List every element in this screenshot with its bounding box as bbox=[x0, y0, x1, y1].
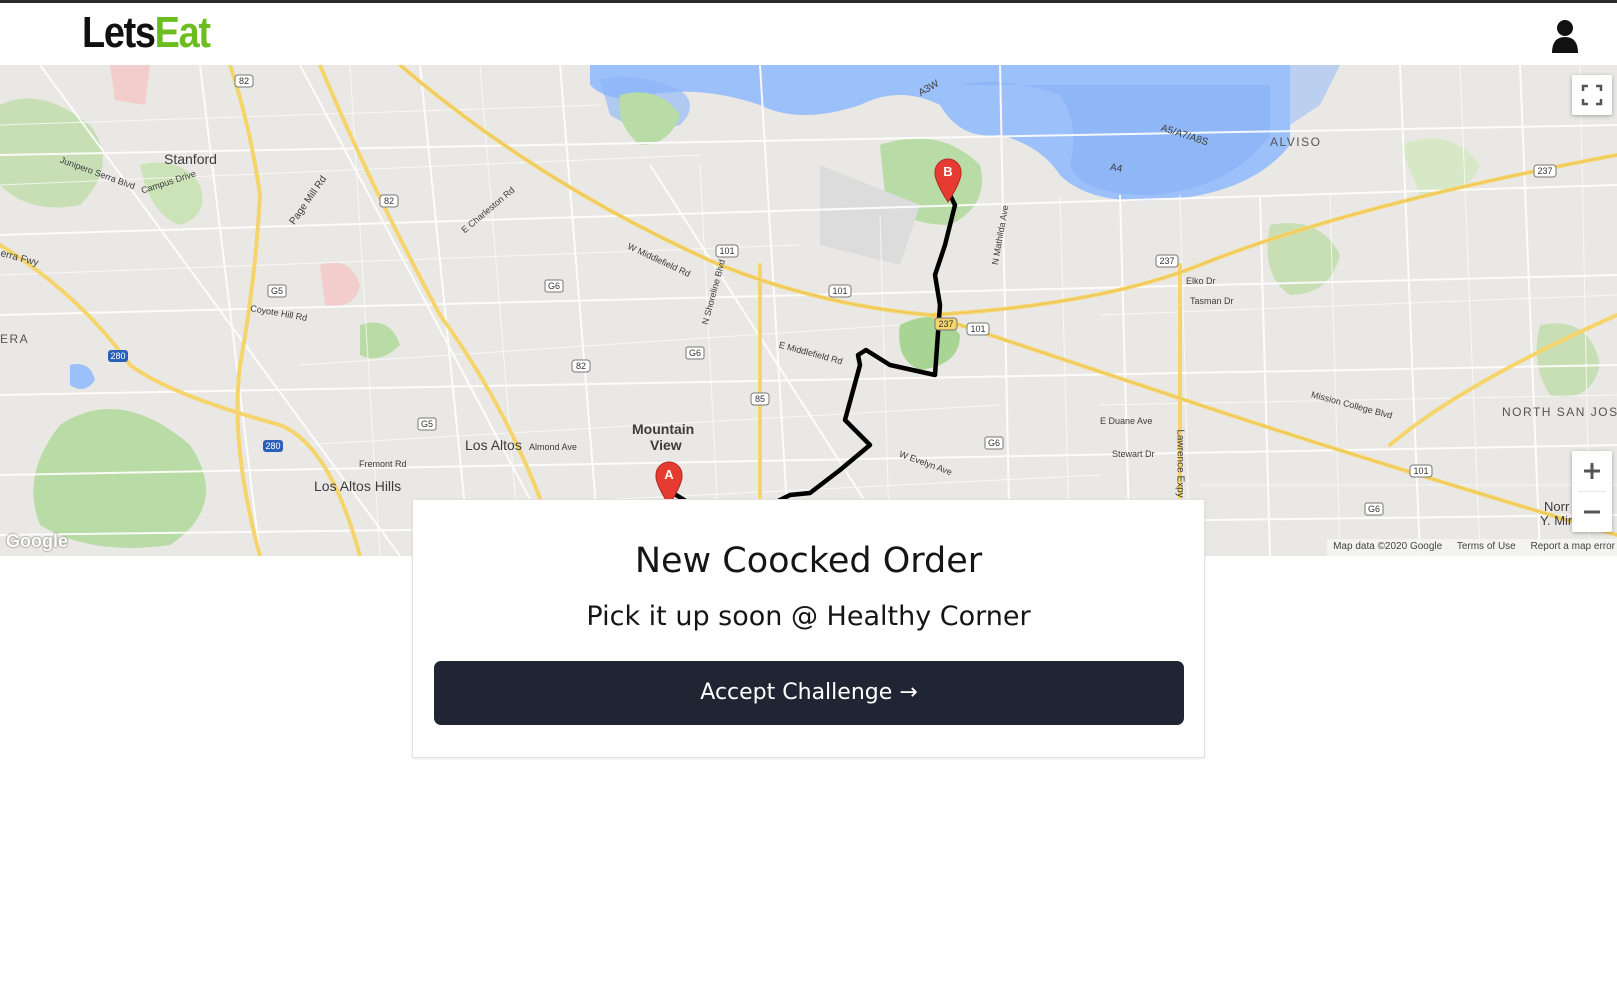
road-fremont: Fremont Rd bbox=[359, 459, 407, 469]
place-alviso: ALVISO bbox=[1270, 135, 1322, 149]
svg-text:85: 85 bbox=[755, 394, 765, 404]
svg-text:G6: G6 bbox=[988, 438, 1000, 448]
report-error-link[interactable]: Report a map error bbox=[1531, 541, 1615, 552]
user-icon[interactable] bbox=[1550, 19, 1580, 53]
place-los-altos-hills: Los Altos Hills bbox=[314, 478, 402, 494]
app-logo[interactable]: LetsEat bbox=[82, 7, 211, 59]
svg-text:237: 237 bbox=[1159, 256, 1174, 266]
google-logo: Google bbox=[6, 531, 68, 551]
logo-lets: Lets bbox=[82, 8, 156, 57]
place-era: ERA bbox=[0, 332, 30, 346]
road-lawrence: Lawrence Expy bbox=[1174, 429, 1186, 498]
svg-text:82: 82 bbox=[576, 361, 586, 371]
road-stewart: Stewart Dr bbox=[1112, 449, 1155, 459]
place-mountain-view-1: Mountain bbox=[632, 421, 695, 437]
order-subtitle: Pick it up soon @ Healthy Corner bbox=[586, 601, 1031, 632]
app-header: LetsEat bbox=[0, 3, 1617, 65]
fullscreen-button[interactable] bbox=[1572, 75, 1612, 115]
shield-82-b: 82 bbox=[384, 196, 394, 206]
zoom-in-button[interactable] bbox=[1572, 451, 1612, 491]
place-norm: Norr bbox=[1544, 499, 1570, 514]
svg-text:G5: G5 bbox=[421, 419, 433, 429]
zoom-out-button[interactable] bbox=[1572, 492, 1612, 532]
zoom-controls bbox=[1572, 451, 1612, 532]
place-mountain-view-2: View bbox=[650, 437, 682, 453]
place-north-san-jose: NORTH SAN JOS bbox=[1502, 405, 1617, 419]
svg-text:280: 280 bbox=[265, 441, 280, 451]
svg-text:G6: G6 bbox=[689, 348, 701, 358]
accept-challenge-button[interactable]: Accept Challenge → bbox=[434, 661, 1184, 725]
map-data-credit: Map data ©2020 Google bbox=[1333, 541, 1443, 552]
svg-text:237: 237 bbox=[938, 319, 953, 329]
map-canvas: 82 82 G5 G6 G6 G5 82 280 280 101 101 237… bbox=[0, 65, 1617, 556]
shield-82-a: 82 bbox=[239, 76, 249, 86]
order-title: New Coocked Order bbox=[634, 541, 983, 581]
map-footer: Map data ©2020 Google Terms of Use Repor… bbox=[1327, 539, 1617, 556]
terms-link[interactable]: Terms of Use bbox=[1457, 541, 1516, 552]
svg-text:B: B bbox=[943, 164, 952, 179]
place-los-altos: Los Altos bbox=[465, 437, 522, 453]
road-elko: Elko Dr bbox=[1186, 276, 1216, 286]
place-stanford: Stanford bbox=[164, 151, 217, 167]
svg-text:237: 237 bbox=[1537, 166, 1552, 176]
order-card: New Coocked Order Pick it up soon @ Heal… bbox=[412, 499, 1205, 758]
route-map[interactable]: 82 82 G5 G6 G6 G5 82 280 280 101 101 237… bbox=[0, 65, 1617, 556]
svg-text:280: 280 bbox=[110, 351, 125, 361]
logo-eat: Eat bbox=[154, 8, 211, 57]
minus-icon bbox=[1584, 510, 1600, 514]
svg-text:G6: G6 bbox=[548, 281, 560, 291]
svg-text:101: 101 bbox=[970, 324, 985, 334]
road-tasman: Tasman Dr bbox=[1190, 296, 1234, 306]
svg-text:101: 101 bbox=[1413, 466, 1428, 476]
svg-text:101: 101 bbox=[832, 286, 847, 296]
road-e-duane: E Duane Ave bbox=[1100, 416, 1153, 426]
plus-icon bbox=[1584, 463, 1600, 479]
fullscreen-icon bbox=[1581, 84, 1603, 106]
label-a4: A4 bbox=[1109, 162, 1124, 175]
svg-text:101: 101 bbox=[719, 246, 734, 256]
road-almond: Almond Ave bbox=[529, 442, 577, 452]
svg-text:A: A bbox=[664, 467, 674, 482]
svg-text:G5: G5 bbox=[271, 286, 283, 296]
svg-text:G6: G6 bbox=[1368, 504, 1380, 514]
